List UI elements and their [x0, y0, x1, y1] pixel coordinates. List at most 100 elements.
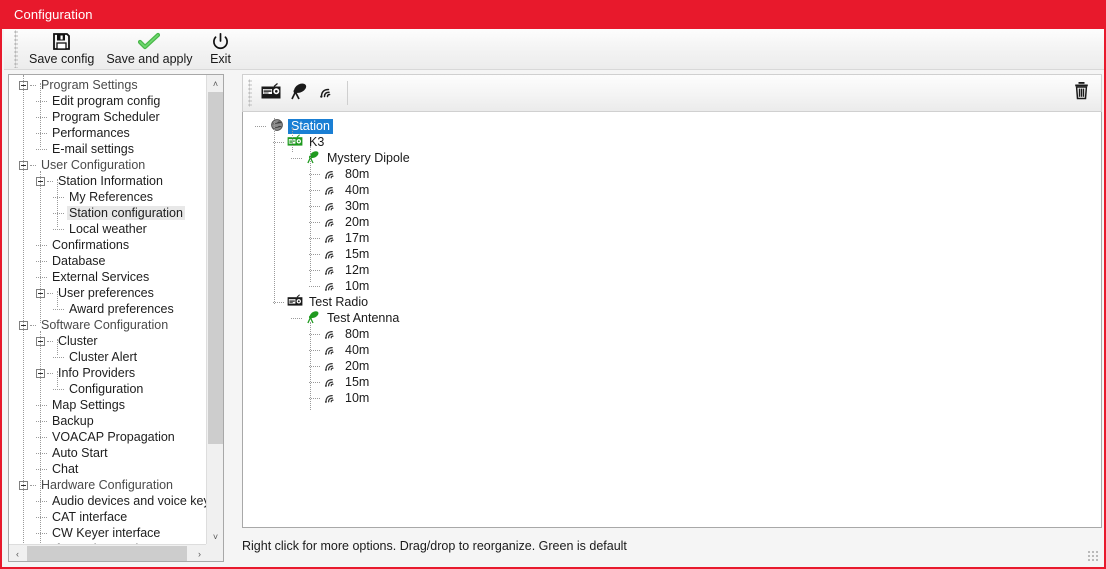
signal-waves-icon	[323, 374, 339, 391]
tree-node-15m[interactable]: 15m	[243, 374, 1101, 390]
add-band-button[interactable]	[313, 79, 341, 107]
tree-connector	[53, 196, 64, 198]
toolbar-separator	[347, 81, 348, 105]
tree-node-20m[interactable]: 20m	[243, 214, 1101, 230]
sidebar-item-map-settings[interactable]: Map Settings	[9, 397, 208, 413]
add-radio-button[interactable]	[257, 79, 285, 107]
tree-node-40m[interactable]: 40m	[243, 342, 1101, 358]
sidebar-item-user-configuration[interactable]: User Configuration	[9, 157, 208, 173]
toolbar-drag-grip[interactable]	[248, 79, 252, 107]
sidebar-item-configuration[interactable]: Configuration	[9, 381, 208, 397]
tree-node-label: 20m	[345, 358, 370, 373]
tree-connector	[291, 157, 302, 159]
tree-node-mystery-dipole[interactable]: Mystery Dipole	[243, 150, 1101, 166]
tree-node-10m[interactable]: 10m	[243, 278, 1101, 294]
tree-node-label: 30m	[345, 198, 370, 213]
tree-node-label: 15m	[345, 246, 370, 261]
exit-button[interactable]: Exit	[199, 29, 243, 66]
sidebar-item-hardware-configuration[interactable]: Hardware Configuration	[9, 477, 208, 493]
sidebar-item-edit-program-config[interactable]: Edit program config	[9, 93, 208, 109]
floppy-disk-icon	[52, 31, 71, 51]
radio-icon	[261, 82, 281, 104]
scroll-left-arrow[interactable]: ‹	[9, 545, 26, 561]
tree-guide-line	[23, 75, 24, 545]
sidebar-item-program-scheduler[interactable]: Program Scheduler	[9, 109, 208, 125]
sidebar-item-cw-keyer-interface[interactable]: CW Keyer interface	[9, 525, 208, 541]
sidebar-item-label: Map Settings	[52, 398, 125, 412]
tree-node-20m[interactable]: 20m	[243, 358, 1101, 374]
sidebar-item-local-weather[interactable]: Local weather	[9, 221, 208, 237]
tree-node-label: Test Radio	[309, 294, 369, 309]
ribbon-drag-grip[interactable]	[14, 30, 18, 68]
radio-icon	[287, 133, 303, 151]
sidebar-horizontal-scrollbar[interactable]: ‹ ›	[9, 544, 208, 561]
tree-node-label: 80m	[345, 166, 370, 181]
save-config-button[interactable]: Save config	[23, 29, 100, 66]
sidebar-item-voacap-propagation[interactable]: VOACAP Propagation	[9, 429, 208, 445]
tree-node-12m[interactable]: 12m	[243, 262, 1101, 278]
sidebar-item-chat[interactable]: Chat	[9, 461, 208, 477]
tree-node-40m[interactable]: 40m	[243, 182, 1101, 198]
tree-node-80m[interactable]: 80m	[243, 326, 1101, 342]
station-hierarchy-tree[interactable]: Station K3 Mystery Dipole 80m 40m 30m 20m 17m 15…	[242, 112, 1102, 528]
sidebar-item-auto-start[interactable]: Auto Start	[9, 445, 208, 461]
scroll-up-arrow[interactable]: ˄	[207, 75, 223, 92]
sidebar-item-cluster[interactable]: Cluster	[9, 333, 208, 349]
tree-connector	[36, 500, 47, 502]
tree-node-k3[interactable]: K3	[243, 133, 1101, 151]
tree-node-test-radio[interactable]: Test Radio	[243, 293, 1101, 310]
sidebar-item-label: Info Providers	[58, 366, 136, 380]
tree-node-label: 12m	[345, 262, 370, 277]
sidebar-item-backup[interactable]: Backup	[9, 413, 208, 429]
tree-node-test-antenna[interactable]: Test Antenna	[243, 310, 1101, 326]
sidebar-item-station-information[interactable]: Station Information	[9, 173, 208, 189]
tree-node-station[interactable]: Station	[243, 118, 1101, 134]
delete-button[interactable]	[1067, 79, 1095, 107]
tree-node-label: Test Antenna	[327, 310, 400, 325]
sidebar-item-database[interactable]: Database	[9, 253, 208, 269]
tree-guide-line	[292, 128, 293, 152]
sidebar-item-program-settings[interactable]: Program Settings	[9, 77, 208, 93]
sidebar-item-info-providers[interactable]: Info Providers	[9, 365, 208, 381]
tree-connector	[36, 420, 47, 422]
sidebar-item-audio-devices-and-voice-keyer[interactable]: Audio devices and voice keyer	[9, 493, 208, 509]
configuration-window: Configuration Save config Save and apply…	[0, 0, 1106, 569]
scroll-down-arrow[interactable]: ˅	[207, 528, 223, 545]
horizontal-scroll-thumb[interactable]	[27, 546, 187, 561]
resize-grip[interactable]	[1087, 550, 1100, 563]
sidebar-item-cluster-alert[interactable]: Cluster Alert	[9, 349, 208, 365]
sidebar-item-performances[interactable]: Performances	[9, 125, 208, 141]
sidebar-item-label: External Services	[52, 270, 150, 284]
tree-connector	[30, 84, 36, 86]
sidebar-item-label: Award preferences	[69, 302, 174, 316]
sidebar-item-cat-interface[interactable]: CAT interface	[9, 509, 208, 525]
tree-connector	[30, 484, 36, 486]
sidebar-item-software-configuration[interactable]: Software Configuration	[9, 317, 208, 333]
signal-waves-icon	[323, 358, 339, 375]
tree-node-17m[interactable]: 17m	[243, 230, 1101, 246]
sidebar-item-label: Local weather	[69, 222, 147, 236]
add-antenna-button[interactable]	[285, 79, 313, 107]
station-configuration-panel: Station K3 Mystery Dipole 80m 40m 30m 20m 17m 15…	[242, 74, 1102, 562]
tree-node-10m[interactable]: 10m	[243, 390, 1101, 406]
ribbon-toolbar: Save config Save and apply Exit	[4, 29, 1104, 70]
sidebar-item-label: Performances	[52, 126, 130, 140]
settings-tree[interactable]: Program Settings Edit program config Progr…	[9, 75, 208, 545]
signal-waves-icon	[323, 214, 339, 231]
tree-node-80m[interactable]: 80m	[243, 166, 1101, 182]
sidebar-vertical-scrollbar[interactable]: ˄ ˅	[206, 75, 223, 545]
tree-node-15m[interactable]: 15m	[243, 246, 1101, 262]
sidebar-item-user-preferences[interactable]: User preferences	[9, 285, 208, 301]
tree-node-30m[interactable]: 30m	[243, 198, 1101, 214]
sidebar-item-external-services[interactable]: External Services	[9, 269, 208, 285]
tree-node-label: 40m	[345, 182, 370, 197]
sidebar-item-e-mail-settings[interactable]: E-mail settings	[9, 141, 208, 157]
tree-node-label: 15m	[345, 374, 370, 389]
sidebar-item-my-references[interactable]: My References	[9, 189, 208, 205]
sidebar-item-confirmations[interactable]: Confirmations	[9, 237, 208, 253]
sidebar-item-award-preferences[interactable]: Award preferences	[9, 301, 208, 317]
sidebar-item-station-configuration[interactable]: Station configuration	[9, 205, 208, 221]
vertical-scroll-thumb[interactable]	[208, 92, 223, 444]
save-and-apply-button[interactable]: Save and apply	[100, 29, 198, 66]
sidebar-item-label: Hardware Configuration	[41, 478, 174, 492]
